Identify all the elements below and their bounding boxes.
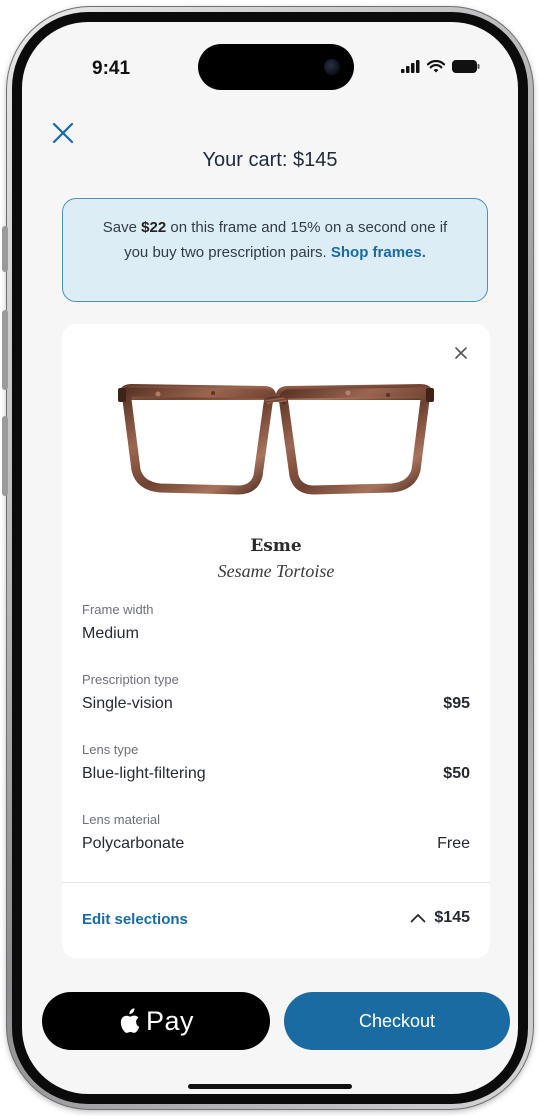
- chevron-up-icon: [411, 914, 426, 923]
- status-time: 9:41: [92, 58, 131, 79]
- apple-logo-icon: [120, 1008, 140, 1033]
- close-cart-button[interactable]: [48, 118, 78, 148]
- checkout-button[interactable]: Checkout: [284, 992, 510, 1050]
- option-label: Lens type: [82, 742, 139, 757]
- action-button: [2, 226, 8, 272]
- option-frame-width: Frame width Medium: [82, 602, 470, 643]
- apple-pay-label: Pay: [145, 1005, 195, 1036]
- option-value: Medium: [82, 625, 139, 642]
- total-price: $145: [434, 909, 470, 926]
- home-indicator[interactable]: [188, 1084, 352, 1089]
- option-value: Blue-light-filtering: [82, 765, 206, 782]
- edit-selections-link[interactable]: Edit selections: [82, 911, 188, 928]
- option-label: Frame width: [82, 602, 154, 617]
- promo-banner: Save $22 on this frame and 15% on a seco…: [62, 198, 488, 302]
- divider: [62, 882, 490, 883]
- apple-pay-button[interactable]: Pay: [42, 992, 270, 1050]
- promo-prefix: Save: [102, 219, 142, 236]
- option-value: Single-vision: [82, 695, 173, 712]
- product-name: Esme: [250, 536, 302, 556]
- eyeglasses-image: [118, 384, 434, 495]
- promo-amount: $22: [141, 219, 167, 236]
- total-toggle[interactable]: $145: [410, 909, 470, 927]
- option-prescription-type: Prescription type Single-vision $95: [82, 672, 470, 713]
- cart-item-card: Esme Sesame Tortoise Frame width Medium …: [62, 324, 490, 958]
- option-lens-material: Lens material Polycarbonate Free: [82, 812, 470, 853]
- camera-icon: [324, 59, 340, 75]
- screen: 9:41 Your cart: $145 Save $22 on this fr…: [22, 22, 518, 1094]
- option-price: $95: [443, 695, 470, 712]
- dynamic-island: [198, 44, 354, 90]
- remove-item-button[interactable]: [452, 344, 470, 362]
- battery-icon: [452, 60, 480, 73]
- page-title: Your cart: $145: [202, 149, 338, 171]
- status-icons: [401, 60, 480, 73]
- wifi-icon: [427, 60, 445, 73]
- option-value: Polycarbonate: [82, 835, 185, 852]
- option-price: Free: [437, 835, 470, 852]
- signal-icon: [401, 60, 420, 73]
- option-label: Lens material: [82, 812, 161, 827]
- product-color: Sesame Tortoise: [217, 561, 335, 581]
- close-icon: [455, 347, 467, 359]
- option-label: Prescription type: [82, 672, 179, 687]
- option-price: $50: [443, 765, 470, 782]
- volume-up-button: [2, 310, 8, 390]
- option-lens-type: Lens type Blue-light-filtering $50: [82, 742, 470, 783]
- shop-frames-link[interactable]: Shop frames.: [331, 244, 426, 261]
- volume-down-button: [2, 416, 8, 496]
- close-icon: [52, 122, 74, 144]
